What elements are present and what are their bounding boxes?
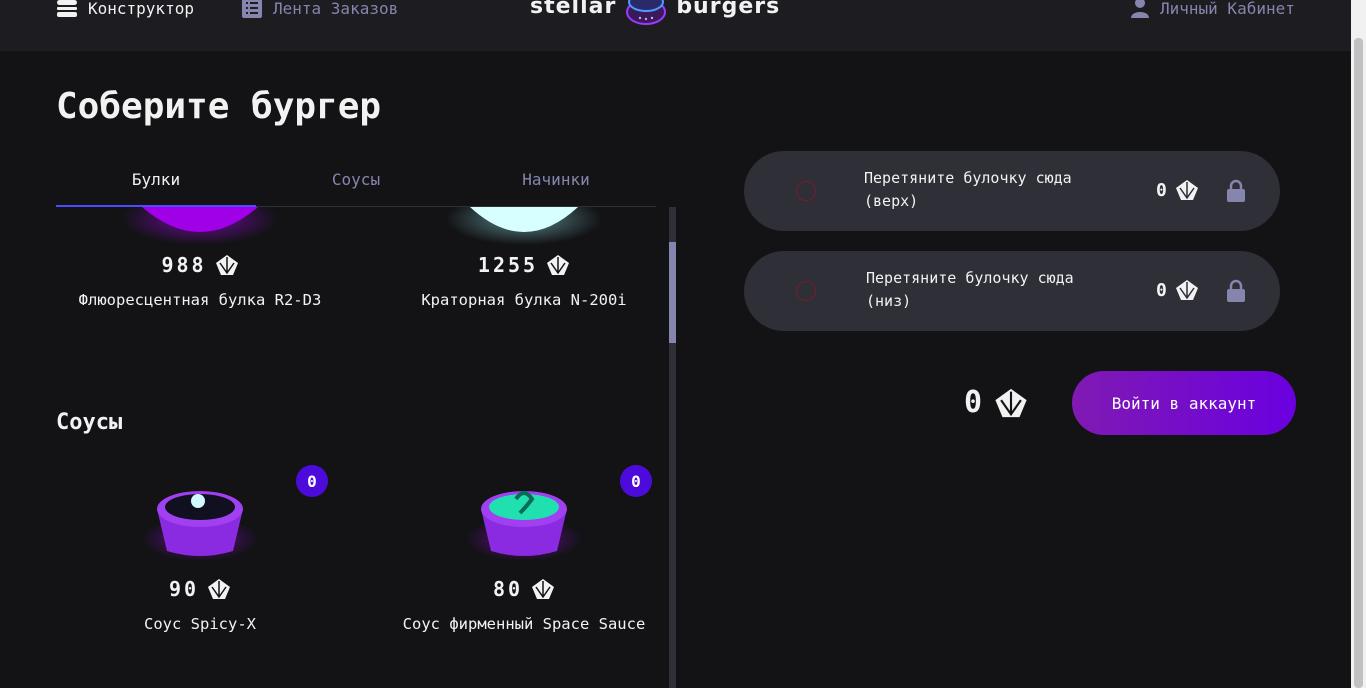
nav-profile[interactable]: Личный Кабинет — [1130, 0, 1295, 19]
logo-icon — [626, 0, 667, 25]
drop-zone-label: Перетяните булочку сюда (верх) — [864, 167, 1104, 213]
app-header: Конструктор Лента Заказов stellar burger… — [0, 0, 1351, 51]
ingredients-scrollbar-thumb[interactable] — [669, 242, 676, 343]
ingredient-tabs: Булки Соусы Начинки — [56, 160, 656, 207]
sauce-image — [142, 491, 258, 561]
price-value: 80 — [492, 577, 524, 601]
price-value: 90 — [168, 577, 200, 601]
currency-icon — [215, 255, 238, 275]
bun-drop-zone-top[interactable]: Перетяните булочку сюда (верх) 0 — [744, 151, 1280, 231]
list-icon — [242, 0, 262, 18]
order-total-value: 0 — [964, 385, 983, 420]
nav-constructor[interactable]: Конструктор — [56, 0, 194, 19]
tab-fillings[interactable]: Начинки — [456, 160, 656, 206]
logo-text-left: stellar — [530, 0, 617, 19]
price-value: 1255 — [477, 253, 539, 277]
counter-badge: 0 — [296, 465, 328, 497]
currency-icon — [547, 255, 570, 275]
drag-handle-icon — [796, 281, 816, 301]
tab-sauces[interactable]: Соусы — [256, 160, 456, 206]
ingredient-card-sauce-1[interactable]: 0 90 Соус Spicy-X — [64, 465, 336, 633]
currency-icon — [532, 579, 555, 599]
ingredient-name: Соус Spicy-X — [144, 615, 256, 633]
nav-orders[interactable]: Лента Заказов — [241, 0, 398, 19]
page-scrollbar-thumb[interactable] — [1354, 38, 1363, 688]
ingredient-card-bun-2[interactable]: 1255 Краторная булка N-200i — [388, 207, 656, 309]
ingredient-name: Соус фирменный Space Sauce — [402, 615, 646, 633]
price: 988 — [64, 253, 336, 277]
slot-price-value: 0 — [1156, 179, 1167, 201]
ingredient-name: Краторная булка N-200i — [421, 291, 627, 309]
slot-price: 0 — [1156, 279, 1199, 301]
ingredient-card-bun-1[interactable]: 988 Флюоресцентная булка R2-D3 — [64, 207, 336, 309]
counter-badge: 0 — [620, 465, 652, 497]
profile-icon — [1131, 0, 1149, 18]
login-button[interactable]: Войти в аккаунт — [1072, 371, 1296, 435]
logo[interactable]: stellar burgers — [530, 0, 780, 26]
section-title-sauces: Соусы — [56, 410, 123, 435]
slot-price: 0 — [1156, 179, 1199, 201]
currency-icon — [995, 388, 1027, 417]
logo-text-right: burgers — [676, 0, 781, 19]
currency-icon — [208, 579, 231, 599]
drop-zone-line2: (низ) — [866, 292, 912, 310]
drop-zone-line1: Перетяните булочку сюда — [866, 269, 1074, 287]
bun-image — [122, 207, 278, 245]
drop-zone-label: Перетяните булочку сюда (низ) — [866, 267, 1106, 313]
burger-icon — [57, 0, 77, 17]
price: 80 — [388, 577, 656, 601]
order-total: 0 — [964, 385, 1028, 420]
sauce-image — [466, 491, 582, 561]
bun-drop-zone-bottom[interactable]: Перетяните булочку сюда (низ) 0 — [744, 251, 1280, 331]
price-value: 988 — [161, 253, 207, 277]
currency-icon — [1175, 180, 1198, 200]
drop-zone-line1: Перетяните булочку сюда — [864, 169, 1072, 187]
ingredient-card-sauce-2[interactable]: 0 80 Соус фирменный Space Sauce — [388, 465, 656, 633]
drag-handle-icon — [796, 181, 816, 201]
bun-image — [446, 207, 602, 245]
price: 1255 — [388, 253, 656, 277]
ingredient-name: Флюоресцентная булка R2-D3 — [78, 291, 322, 309]
ingredients-list[interactable]: 988 Флюоресцентная булка R2-D3 1255 Крат… — [56, 207, 656, 688]
currency-icon — [1175, 280, 1198, 300]
slot-price-value: 0 — [1156, 279, 1167, 301]
page-title: Соберите бургер — [56, 86, 382, 127]
drop-zone-line2: (верх) — [864, 192, 919, 210]
nav-constructor-label: Конструктор — [88, 0, 194, 18]
tab-buns[interactable]: Булки — [56, 160, 256, 207]
lock-icon — [1227, 179, 1245, 202]
price: 90 — [64, 577, 336, 601]
lock-icon — [1227, 279, 1245, 302]
nav-orders-label: Лента Заказов — [273, 0, 399, 18]
nav-profile-label: Личный Кабинет — [1160, 0, 1295, 18]
